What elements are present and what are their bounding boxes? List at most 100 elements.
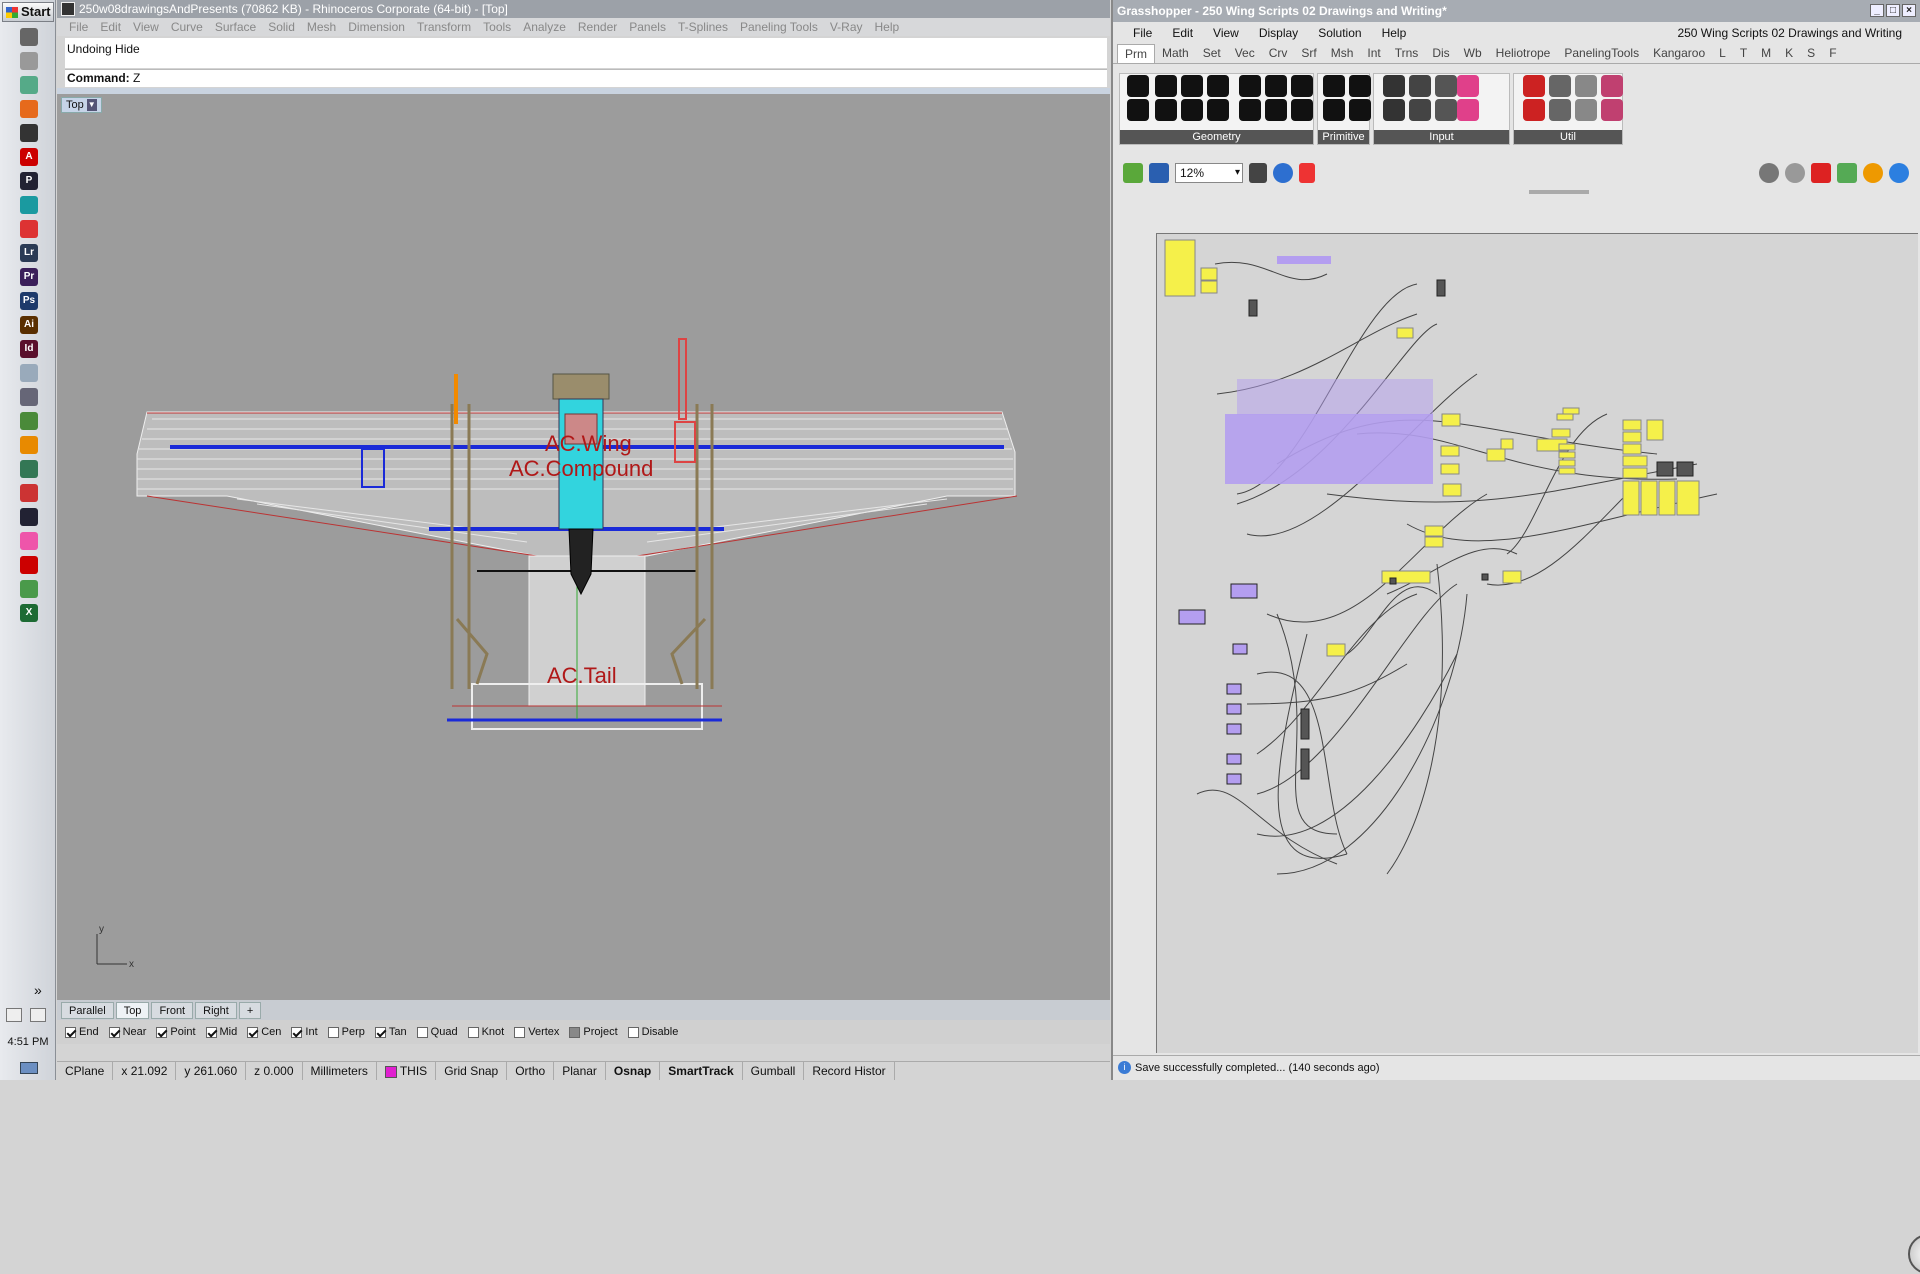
gh-tab-set[interactable]: Set — [1196, 44, 1228, 63]
gh-component-icon[interactable] — [1409, 99, 1431, 121]
viewport-tab-top[interactable]: Top — [115, 1002, 150, 1019]
gh-canvas[interactable] — [1156, 233, 1920, 1274]
gh-component-icon[interactable] — [1291, 75, 1313, 97]
illustrator-icon[interactable]: Ai — [20, 316, 38, 334]
gh-tab-heliotrope[interactable]: Heliotrope — [1489, 44, 1558, 63]
gh-tab-crv[interactable]: Crv — [1262, 44, 1295, 63]
checkbox[interactable] — [569, 1026, 581, 1038]
gh-component-icon[interactable] — [1409, 75, 1431, 97]
gh-tab-prm[interactable]: Prm — [1117, 44, 1155, 63]
gh-menu-help[interactable]: Help — [1372, 22, 1417, 44]
open-file-icon[interactable] — [1123, 163, 1143, 183]
material-sphere-icon[interactable] — [1863, 163, 1883, 183]
gh-component-icon[interactable] — [1323, 75, 1345, 97]
osnap-mid[interactable]: Mid — [205, 1026, 237, 1038]
checkbox[interactable] — [205, 1026, 217, 1038]
panel[interactable] — [1200, 280, 1218, 294]
viewport-tab-front[interactable]: Front — [151, 1002, 194, 1019]
gh-tab-kangaroo[interactable]: Kangaroo — [1646, 44, 1712, 63]
checkbox[interactable] — [627, 1026, 639, 1038]
osnap-vertex[interactable]: Vertex — [514, 1026, 559, 1038]
checkbox[interactable] — [327, 1026, 339, 1038]
checkbox[interactable] — [416, 1026, 428, 1038]
canvas-scroll-indicator[interactable] — [1529, 190, 1589, 194]
gh-tab-trns[interactable]: Trns — [1388, 44, 1426, 63]
eye-icon[interactable] — [20, 508, 38, 526]
checkbox[interactable] — [65, 1026, 76, 1038]
gh-tab-panelingtools[interactable]: PanelingTools — [1557, 44, 1646, 63]
pink-app-icon[interactable] — [20, 532, 38, 550]
firefox-icon[interactable] — [20, 100, 38, 118]
checkbox[interactable] — [374, 1026, 386, 1038]
gh-component-icon[interactable] — [1127, 99, 1149, 121]
status-toggle-gumball[interactable]: Gumball — [743, 1062, 805, 1080]
gh-tab-t[interactable]: T — [1733, 44, 1754, 63]
gh-component-icon[interactable] — [1127, 75, 1149, 97]
rhino-menu-solid[interactable]: Solid — [262, 18, 301, 36]
checkbox[interactable] — [291, 1026, 303, 1038]
gh-component-icon[interactable] — [1349, 75, 1371, 97]
zoom-select[interactable]: 12% — [1175, 163, 1243, 183]
chevron-more-icon[interactable]: » — [34, 982, 42, 998]
gh-menu-solution[interactable]: Solution — [1308, 22, 1371, 44]
gh-tab-m[interactable]: M — [1754, 44, 1778, 63]
start-button[interactable]: Start — [2, 2, 54, 22]
checkbox[interactable] — [156, 1026, 168, 1038]
rhino-menu-panels[interactable]: Panels — [623, 18, 672, 36]
rhino-menu-analyze[interactable]: Analyze — [517, 18, 572, 36]
gh-component-icon[interactable] — [1323, 99, 1345, 121]
gh-tab-f[interactable]: F — [1822, 44, 1843, 63]
rhino-menu-mesh[interactable]: Mesh — [301, 18, 342, 36]
checkbox[interactable] — [108, 1026, 120, 1038]
close-icon[interactable]: × — [1902, 4, 1916, 17]
osnap-project[interactable]: Project — [569, 1026, 618, 1038]
network-icon[interactable] — [20, 388, 38, 406]
gh-tab-math[interactable]: Math — [1155, 44, 1196, 63]
display-sphere-icon[interactable] — [1889, 163, 1909, 183]
gh-component-icon[interactable] — [1383, 99, 1405, 121]
shockwave-icon[interactable] — [20, 220, 38, 238]
vlc-icon[interactable] — [20, 436, 38, 454]
rhino-menu-help[interactable]: Help — [869, 18, 906, 36]
add-viewport-tab[interactable]: + — [238, 1002, 262, 1019]
osnap-point[interactable]: Point — [156, 1026, 196, 1038]
chrome-icon[interactable] — [20, 580, 38, 598]
gh-tab-msh[interactable]: Msh — [1324, 44, 1361, 63]
gh-tab-vec[interactable]: Vec — [1228, 44, 1262, 63]
viewport-tab-parallel[interactable]: Parallel — [61, 1002, 114, 1019]
gh-tab-srf[interactable]: Srf — [1294, 44, 1323, 63]
osnap-tan[interactable]: Tan — [374, 1026, 407, 1038]
app-icon-3[interactable] — [20, 76, 38, 94]
osnap-cen[interactable]: Cen — [247, 1026, 281, 1038]
yellow-panels[interactable] — [1326, 327, 1700, 657]
preview-eye-icon[interactable] — [1273, 163, 1293, 183]
photoshop-icon[interactable]: Ps — [20, 292, 38, 310]
gh-component-icon[interactable] — [1181, 75, 1203, 97]
gh-component-icon[interactable] — [1601, 75, 1623, 97]
rhino-menu-paneling-tools[interactable]: Paneling Tools — [734, 18, 824, 36]
gh-component-icon[interactable] — [1265, 75, 1287, 97]
checkbox[interactable] — [247, 1026, 259, 1038]
gh-component-icon[interactable] — [1207, 99, 1229, 121]
osnap-disable[interactable]: Disable — [627, 1026, 678, 1038]
rhino-menu-view[interactable]: View — [127, 18, 165, 36]
gh-component-icon[interactable] — [1549, 99, 1571, 121]
gh-tab-l[interactable]: L — [1712, 44, 1733, 63]
premiere-icon[interactable]: Pr — [20, 268, 38, 286]
gh-component-icon[interactable] — [1457, 75, 1479, 97]
rhino-menu-dimension[interactable]: Dimension — [342, 18, 411, 36]
app-icon-1[interactable] — [20, 28, 38, 46]
command-input[interactable]: Z — [133, 71, 140, 85]
gh-component-icon[interactable] — [1575, 75, 1597, 97]
gh-component-icon[interactable] — [1265, 99, 1287, 121]
gh-tab-int[interactable]: Int — [1360, 44, 1387, 63]
document-preview-icon[interactable] — [1837, 163, 1857, 183]
top-viewport[interactable]: AC.Wing AC.Compound AC.Tail y x Top ▼ — [57, 94, 1110, 1000]
status-toggle-record-histor[interactable]: Record Histor — [804, 1062, 895, 1080]
command-line[interactable]: Command: Z — [65, 69, 1107, 87]
tray-tool-icon[interactable] — [6, 1008, 22, 1022]
status-toggle-grid-snap[interactable]: Grid Snap — [436, 1062, 508, 1080]
gh-component-icon[interactable] — [1523, 99, 1545, 121]
tray-chart-icon[interactable] — [30, 1008, 46, 1022]
osnap-perp[interactable]: Perp — [327, 1026, 365, 1038]
